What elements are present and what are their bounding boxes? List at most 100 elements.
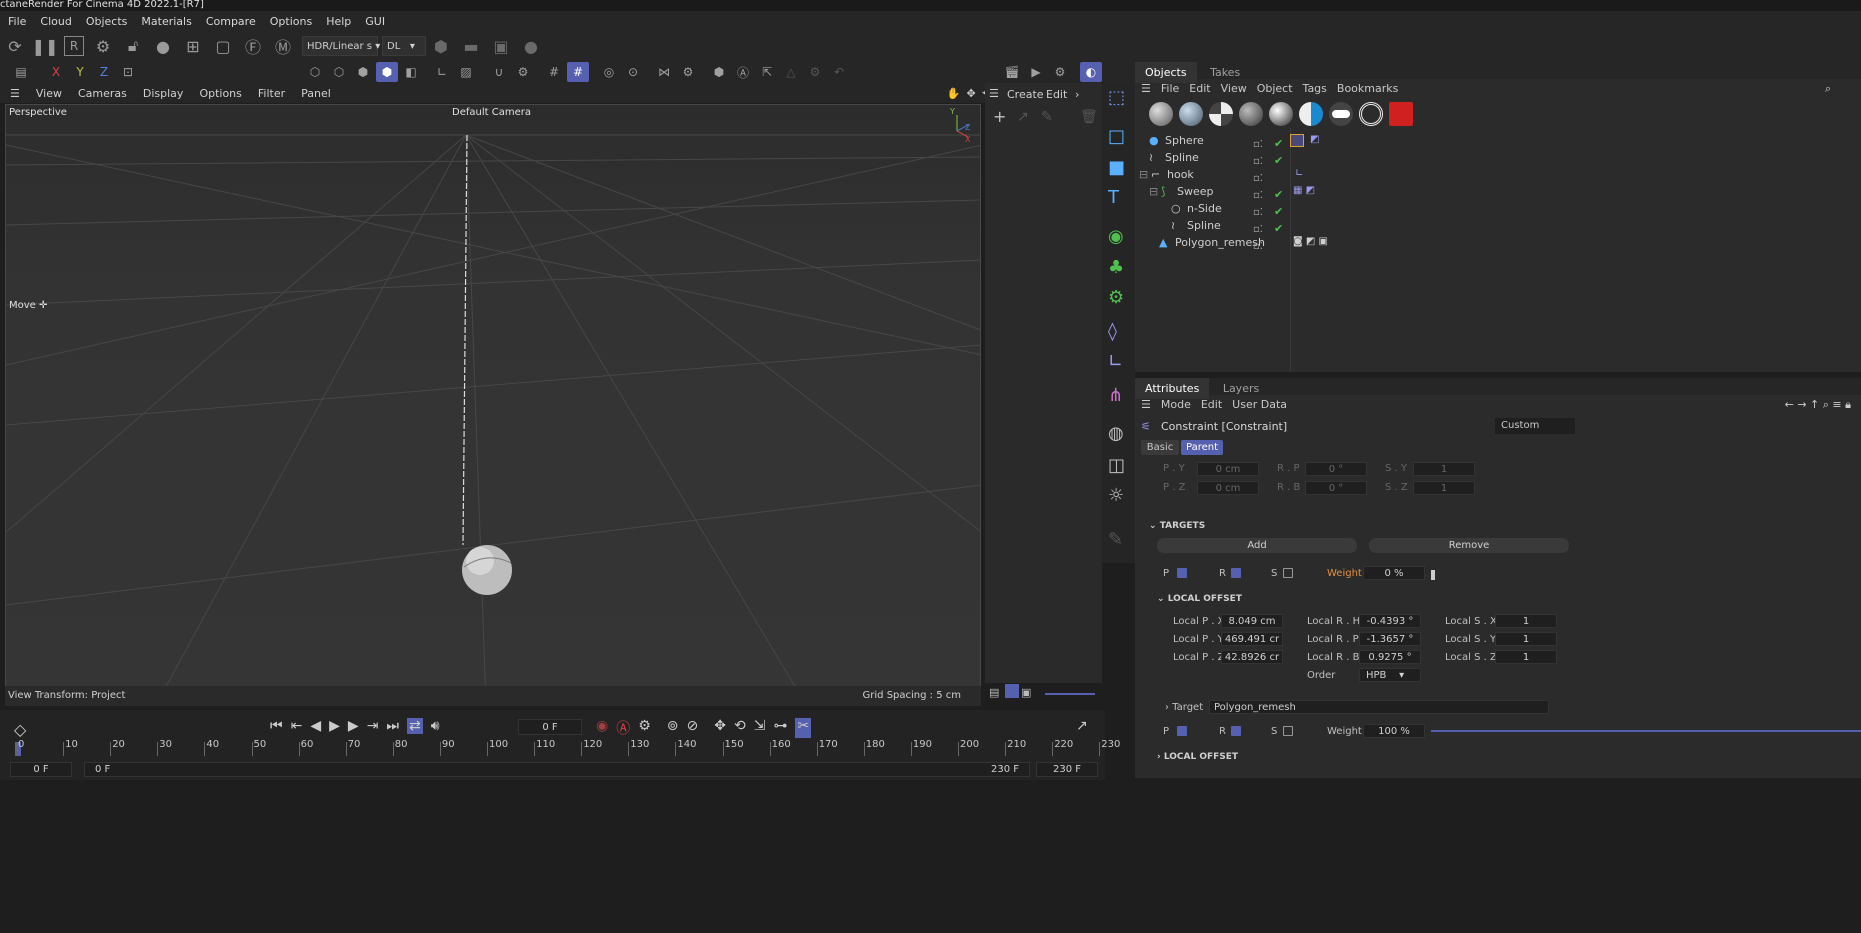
grid-view-icon[interactable] (1005, 684, 1019, 698)
go-end-icon[interactable]: ⏭ (386, 718, 399, 734)
large-view-icon[interactable]: ▣ (1021, 686, 1031, 699)
render-mode-select[interactable]: HDR/Linear s ▾ (302, 36, 380, 56)
tab-objects[interactable]: Objects (1135, 62, 1197, 83)
search-icon[interactable]: ⌕ (1825, 82, 1831, 96)
scale-key-icon[interactable]: ⇲ (754, 718, 766, 738)
field-value[interactable]: -1.3657 ° (1359, 632, 1421, 646)
coordinate-system-icon[interactable]: ⊡ (117, 62, 139, 82)
spline-tool-icon[interactable]: ⋔ (1108, 385, 1123, 406)
region-render-icon[interactable]: R (64, 36, 84, 56)
list-item[interactable]: ⊟ ⟆ Sweep (1149, 183, 1214, 200)
tag-icon[interactable]: ◩ (1310, 134, 1319, 145)
polygons-mode-icon[interactable]: ⬢ (352, 62, 374, 82)
trash-icon[interactable]: 🗑︎ (1080, 109, 1098, 125)
menu-objects[interactable]: Objects (86, 15, 128, 28)
play-icon[interactable]: ▶ (329, 718, 340, 734)
axis-mode-icon[interactable]: ∟ (431, 62, 453, 82)
lock-icon[interactable]: 🔓︎ (122, 35, 144, 57)
preset-select[interactable]: Custom (1495, 418, 1575, 434)
create-hamburger-icon[interactable]: ☰ (989, 87, 999, 100)
menu-compare[interactable]: Compare (206, 15, 256, 28)
zoom-slider[interactable] (1045, 693, 1095, 695)
material-swatch-3[interactable] (1209, 102, 1233, 126)
motion-icon[interactable]: ⊘ (687, 718, 699, 738)
undo-view-icon[interactable]: ↶ (828, 62, 850, 82)
p-checkbox[interactable] (1177, 568, 1187, 578)
order-select[interactable]: HPB ▾ (1359, 668, 1421, 682)
vp-menu-filter[interactable]: Filter (258, 87, 285, 100)
obj-hamburger-icon[interactable]: ☰ (1141, 82, 1151, 95)
null-object-icon[interactable]: □ (1108, 126, 1125, 147)
hex-icon[interactable]: ⬢ (430, 35, 452, 57)
list-view-icon[interactable]: ▤ (989, 686, 999, 699)
position-key-icon[interactable]: ✥ (714, 718, 726, 738)
param-key-icon[interactable]: ⊶ (773, 718, 787, 738)
r-checkbox[interactable] (1231, 568, 1241, 578)
field-value[interactable]: 1 (1495, 614, 1557, 628)
record-icon[interactable]: ◉ (596, 718, 608, 738)
edges-mode-icon[interactable]: ⬡ (328, 62, 350, 82)
cloner-icon[interactable]: ♣ (1108, 257, 1124, 278)
weight-field[interactable]: 0 % (1363, 566, 1425, 580)
material-swatch-1[interactable] (1149, 102, 1173, 126)
obj-menu-object[interactable]: Object (1257, 82, 1293, 95)
film-icon[interactable]: ▬ (460, 35, 482, 57)
field-value[interactable]: 0.9275 ° (1359, 650, 1421, 664)
text-icon[interactable]: T (1108, 187, 1119, 208)
deformer-icon[interactable]: ⬢ (708, 62, 730, 82)
add-region-icon[interactable]: ⊞ (182, 35, 204, 57)
list-item[interactable]: ⊟ ⌐ hook (1139, 166, 1194, 183)
render-queue-icon[interactable]: ⚙ (1049, 62, 1071, 82)
material-swatch-8[interactable] (1359, 102, 1383, 126)
vp-menu-display[interactable]: Display (143, 87, 184, 100)
key-settings-icon[interactable]: ⚙ (638, 718, 651, 738)
export-icon[interactable]: ⇱ (756, 62, 778, 82)
rotation-key-icon[interactable]: ⟲ (734, 718, 746, 738)
field-value[interactable]: 1 (1495, 650, 1557, 664)
field-icon[interactable]: ∟ (1108, 351, 1123, 372)
generator-icon[interactable]: ◉ (1108, 226, 1124, 247)
environment-icon[interactable]: ◍ (1108, 423, 1124, 444)
edit-menu[interactable]: Edit (1046, 88, 1067, 101)
menu-options[interactable]: Options (270, 15, 312, 28)
timeline-graph-icon[interactable]: ↗ (1076, 718, 1088, 734)
tab-attributes[interactable]: Attributes (1135, 378, 1210, 399)
collapse-icon[interactable]: ⊟ (1139, 168, 1149, 181)
gear-icon[interactable]: ⚙ (92, 35, 114, 57)
triangle-icon[interactable]: △ (780, 62, 802, 82)
field-value[interactable]: 8.049 cm (1221, 614, 1283, 628)
target-label[interactable]: › Target (1165, 702, 1203, 713)
material-swatch-2[interactable] (1179, 102, 1203, 126)
camera-object-icon[interactable]: ◫ (1108, 455, 1125, 476)
pause-icon[interactable]: ❚❚ (32, 35, 59, 57)
material-swatch-9[interactable] (1389, 102, 1413, 126)
camera-icon[interactable]: ▣ (490, 35, 512, 57)
vp-menu-view[interactable]: View (36, 87, 62, 100)
sphere-icon[interactable]: ● (152, 35, 174, 57)
cog-disabled-icon[interactable]: ⚙ (804, 62, 826, 82)
effector-icon[interactable]: ⚙ (1108, 287, 1124, 308)
list-item[interactable]: ≀ Spline (1149, 149, 1199, 166)
clapboard-icon[interactable]: 🎬︎ (1001, 62, 1023, 82)
tab-takes[interactable]: Takes (1200, 62, 1250, 83)
go-start-icon[interactable]: ⏮ (270, 718, 283, 734)
field-value[interactable]: 0 ° (1305, 462, 1367, 476)
arrow-icon[interactable]: ↗ (1017, 109, 1029, 125)
list-item[interactable]: ○ n-Side (1171, 200, 1222, 217)
material-swatch-4[interactable] (1239, 102, 1263, 126)
menu-cloud[interactable]: Cloud (40, 15, 71, 28)
add-icon[interactable]: + (993, 107, 1006, 126)
local-offset-section-2[interactable]: › LOCAL OFFSET (1157, 752, 1238, 762)
s-checkbox[interactable] (1283, 568, 1293, 578)
obj-menu-edit[interactable]: Edit (1189, 82, 1210, 95)
menu-gui[interactable]: GUI (365, 15, 385, 28)
keyframe-selection-icon[interactable]: ⊚ (667, 718, 679, 738)
loop-icon[interactable]: ⇄ (407, 718, 423, 734)
attr-menu-userdata[interactable]: User Data (1232, 398, 1287, 411)
workplane-icon[interactable]: # (567, 62, 589, 82)
field-value[interactable]: 469.491 cr (1221, 632, 1283, 646)
model-mode-icon[interactable]: ⬢ (376, 62, 398, 82)
grid-snap-icon[interactable]: # (543, 62, 565, 82)
octane-icon[interactable]: ◐ (1080, 62, 1102, 82)
y-axis-icon[interactable]: Y (69, 62, 91, 82)
